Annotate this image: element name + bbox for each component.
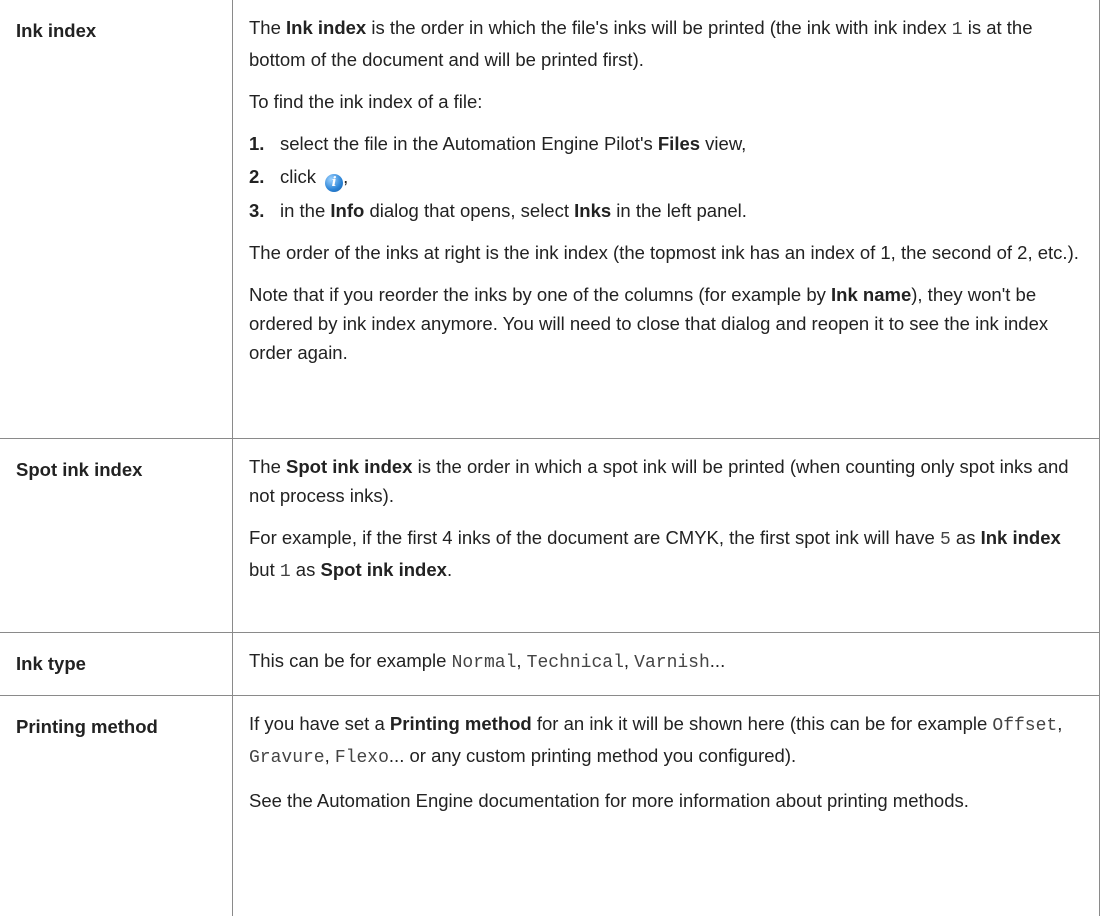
- steps-list: 1. select the file in the Automation Engi…: [249, 129, 1083, 225]
- row-description: This can be for example Normal, Technica…: [232, 631, 1100, 696]
- row-label: Ink index: [0, 0, 233, 439]
- paragraph: The Spot ink index is the order in which…: [249, 455, 1069, 506]
- paragraph: The order of the inks at right is the in…: [249, 242, 1079, 263]
- table-row-printing-method: Printing method If you have set a Printi…: [0, 694, 1100, 916]
- row-label: Ink type: [0, 631, 233, 696]
- paragraph: See the Automation Engine documentation …: [249, 789, 969, 811]
- list-item: 2. click i,: [249, 166, 349, 192]
- info-icon: i: [325, 174, 344, 192]
- row-description: The Spot ink index is the order in which…: [232, 437, 1100, 633]
- list-item: 3. in the Info dialog that opens, select …: [249, 200, 747, 221]
- table-row-ink-index: Ink index The Ink index is the order in …: [0, 0, 1100, 439]
- paragraph: This can be for example Normal, Technica…: [249, 649, 726, 673]
- row-description: The Ink index is the order in which the …: [232, 0, 1100, 439]
- paragraph: The Ink index is the order in which the …: [249, 17, 1033, 70]
- paragraph: If you have set a Printing method for an…: [249, 712, 1063, 768]
- row-label: Spot ink index: [0, 437, 233, 633]
- paragraph: Note that if you reorder the inks by one…: [249, 284, 1049, 363]
- list-item: 1. select the file in the Automation Engi…: [249, 133, 747, 154]
- paragraph: For example, if the first 4 inks of the …: [249, 526, 1061, 582]
- table-row-ink-type: Ink type This can be for example Normal,…: [0, 631, 1100, 696]
- row-description: If you have set a Printing method for an…: [232, 694, 1100, 916]
- paragraph: To find the ink index of a file:: [249, 91, 483, 112]
- table-row-spot-ink-index: Spot ink index The Spot ink index is the…: [0, 437, 1100, 633]
- ink-properties-table: Ink index The Ink index is the order in …: [0, 0, 1100, 916]
- row-label: Printing method: [0, 694, 233, 916]
